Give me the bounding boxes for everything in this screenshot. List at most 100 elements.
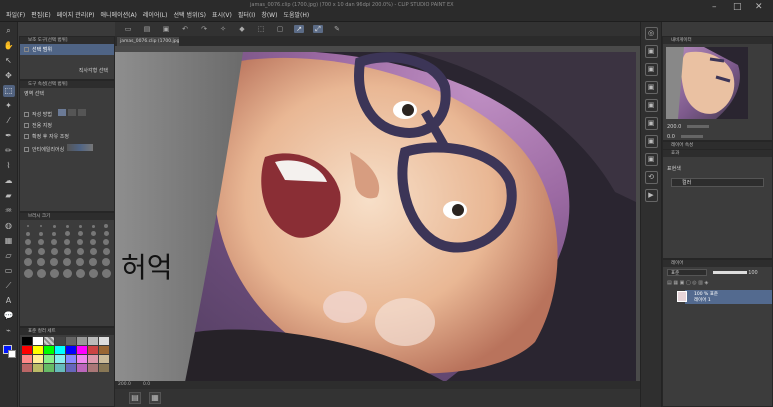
menu-window[interactable]: 창(W) xyxy=(261,10,277,19)
panel-header: 도구 속성[선택 범위] xyxy=(20,81,114,88)
deselect-icon[interactable]: ▢ xyxy=(275,25,285,33)
panel-header: 내비게이터 xyxy=(663,37,772,44)
hand-tool-icon[interactable]: ✋ xyxy=(3,40,15,52)
pen-tool-icon[interactable]: ✒ xyxy=(3,130,15,142)
eyedropper-icon[interactable]: ⁄ xyxy=(3,115,15,127)
blend-tool-icon[interactable]: ♒ xyxy=(3,205,15,217)
fit-view-icon[interactable]: ▦ xyxy=(149,392,161,404)
sub-tool-item-selection[interactable]: 선택 범위 xyxy=(20,44,114,55)
frame-tool-icon[interactable]: ▭ xyxy=(3,265,15,277)
open-file-icon[interactable]: ▤ xyxy=(142,25,152,33)
after-adjust-row[interactable]: 확정 후 자유 조정 xyxy=(20,131,114,142)
brush-size-panel: 브러시 크기 xyxy=(19,212,124,327)
color-swatch-grid[interactable] xyxy=(20,335,114,374)
artwork-illustration: 허억 xyxy=(115,52,636,382)
navigator-thumbnail[interactable] xyxy=(666,47,748,119)
menu-layer[interactable]: 레이어(L) xyxy=(143,10,168,19)
tool-property-panel: 도구 속성[선택 범위] 영역 선택 작성 방법 전용 지정 확정 후 자유 조… xyxy=(19,80,115,212)
auto-action-icon[interactable]: ▶ xyxy=(644,189,658,202)
redo-icon[interactable]: ↷ xyxy=(199,25,209,33)
menu-page[interactable]: 페이지 관리(P) xyxy=(57,10,95,19)
tool-property-title: 영역 선택 xyxy=(24,91,44,97)
airbrush-tool-icon[interactable]: ☁ xyxy=(3,175,15,187)
blend-mode-row[interactable]: 표준 100 xyxy=(663,267,772,278)
brush-size-grid[interactable] xyxy=(20,220,124,282)
expression-color-label: 표현색 xyxy=(667,166,681,172)
move-tool-icon[interactable]: ✥ xyxy=(3,70,15,82)
material-2-icon[interactable]: ▣ xyxy=(644,63,658,76)
opacity-value: 100 xyxy=(748,270,758,276)
navigator-panel: 내비게이터 200.0 0.0 xyxy=(662,36,773,141)
snap-special-icon[interactable]: ⤢ xyxy=(313,25,323,33)
layer-toolbar: ▤ ▦ ▣ ▢ ◎ ▥ ◈ xyxy=(667,280,709,286)
snap-grid-icon[interactable]: ✎ xyxy=(332,25,342,33)
antialias-row[interactable]: 안티에일리어싱 xyxy=(20,142,114,155)
window-title: jamas_0076.clip (1700.jpg) (700 x 10 dan… xyxy=(250,2,454,8)
menu-filter[interactable]: 필터(I) xyxy=(238,10,256,19)
panel-header: 보조 도구[선택 범위] xyxy=(20,37,114,44)
navigator-icon[interactable]: ◎ xyxy=(644,27,658,40)
layer-name-text: 레이어 1 xyxy=(694,298,711,303)
menu-help[interactable]: 도움말(H) xyxy=(283,10,309,19)
panel-header: 표준 컬러 세트 xyxy=(20,328,114,335)
blend-mode-dropdown[interactable]: 표준 xyxy=(667,269,707,276)
panel-header: 레이어 속성 xyxy=(663,142,772,149)
new-file-icon[interactable]: ▭ xyxy=(123,25,133,33)
maximize-icon[interactable]: □ xyxy=(733,2,742,12)
canvas-bottom-bar: ▤ ▦ xyxy=(115,389,640,407)
menu-list: 파일(F) 편집(E) 페이지 관리(P) 애니메이션(A) 레이어(L) 선택… xyxy=(6,10,309,19)
clear-icon[interactable]: ✧ xyxy=(218,25,228,33)
opacity-slider[interactable] xyxy=(712,271,747,274)
ruler-tool-icon[interactable]: ⟋ xyxy=(3,280,15,292)
menu-edit[interactable]: 편집(E) xyxy=(31,10,51,19)
fill-icon[interactable]: ◆ xyxy=(237,25,247,33)
text-tool-icon[interactable]: A xyxy=(3,295,15,307)
balloon-tool-icon[interactable]: 💬 xyxy=(3,310,15,322)
menu-view[interactable]: 표시(V) xyxy=(212,10,232,19)
tool-palette: ⌕ ✋ ↖ ✥ ⬚ ✦ ⁄ ✒ ✏ ⌇ ☁ ▰ ♒ ◍ ▦ ▱ ▭ ⟋ A 💬 … xyxy=(0,22,18,407)
mode-row[interactable]: 작성 방법 xyxy=(20,107,114,120)
material-6-icon[interactable]: ▣ xyxy=(644,135,658,148)
menu-animation[interactable]: 애니메이션(A) xyxy=(101,10,137,19)
main-sub-color-swatch[interactable] xyxy=(2,345,16,358)
zoom-tool-icon[interactable]: ⌕ xyxy=(3,25,15,37)
angle-readout[interactable]: 0.0 xyxy=(143,382,150,387)
artwork-canvas[interactable]: 허억 xyxy=(115,52,636,382)
navigator-zoom-row[interactable]: 200.0 xyxy=(663,122,772,132)
canvas-tab[interactable]: jamas_0076.clip (1700.jpg) xyxy=(117,37,179,46)
material-3-icon[interactable]: ▣ xyxy=(644,81,658,94)
panel-header: 브러시 크기 xyxy=(20,213,114,220)
material-5-icon[interactable]: ▣ xyxy=(644,117,658,130)
canvas-area[interactable]: 허억 xyxy=(115,46,640,386)
menu-file[interactable]: 파일(F) xyxy=(6,10,25,19)
brush-tool-icon[interactable]: ⌇ xyxy=(3,160,15,172)
color-mode-dropdown[interactable]: 컬러 xyxy=(671,178,764,187)
zoom-readout[interactable]: 200.0 xyxy=(118,382,131,387)
operation-tool-icon[interactable]: ↖ xyxy=(3,55,15,67)
layer-property-panel: 효과 표현색 컬러 xyxy=(662,149,773,259)
close-icon[interactable]: ✕ xyxy=(755,2,763,12)
minimize-icon[interactable]: – xyxy=(712,2,717,12)
auto-select-icon[interactable]: ✦ xyxy=(3,100,15,112)
snap-ruler-icon[interactable]: ↗ xyxy=(294,25,304,33)
save-icon[interactable]: ▣ xyxy=(161,25,171,33)
gradient-tool-icon[interactable]: ▦ xyxy=(3,235,15,247)
pencil-tool-icon[interactable]: ✏ xyxy=(3,145,15,157)
page-view-icon[interactable]: ▤ xyxy=(129,392,141,404)
undo-icon[interactable]: ↶ xyxy=(180,25,190,33)
material-7-icon[interactable]: ▣ xyxy=(644,153,658,166)
figure-tool-icon[interactable]: ▱ xyxy=(3,250,15,262)
menu-selection[interactable]: 선택 범위(S) xyxy=(174,10,206,19)
selection-tool-icon[interactable]: ⬚ xyxy=(2,85,15,97)
color-ops-row[interactable]: 전용 지정 xyxy=(20,120,114,131)
history-icon[interactable]: ⟲ xyxy=(644,171,658,184)
material-icon[interactable]: ▣ xyxy=(644,45,658,58)
fill-tool-icon[interactable]: ◍ xyxy=(3,220,15,232)
layer-row[interactable]: 100 % 표준 레이어 1 xyxy=(677,290,772,304)
sub-tool-option[interactable]: 직사각형 선택 xyxy=(20,65,114,76)
sub-view-panel: 레이어 속성 xyxy=(662,141,773,149)
transform-icon[interactable]: ⬚ xyxy=(256,25,266,33)
material-4-icon[interactable]: ▣ xyxy=(644,99,658,112)
correction-tool-icon[interactable]: ⌁ xyxy=(3,325,15,337)
eraser-tool-icon[interactable]: ▰ xyxy=(3,190,15,202)
